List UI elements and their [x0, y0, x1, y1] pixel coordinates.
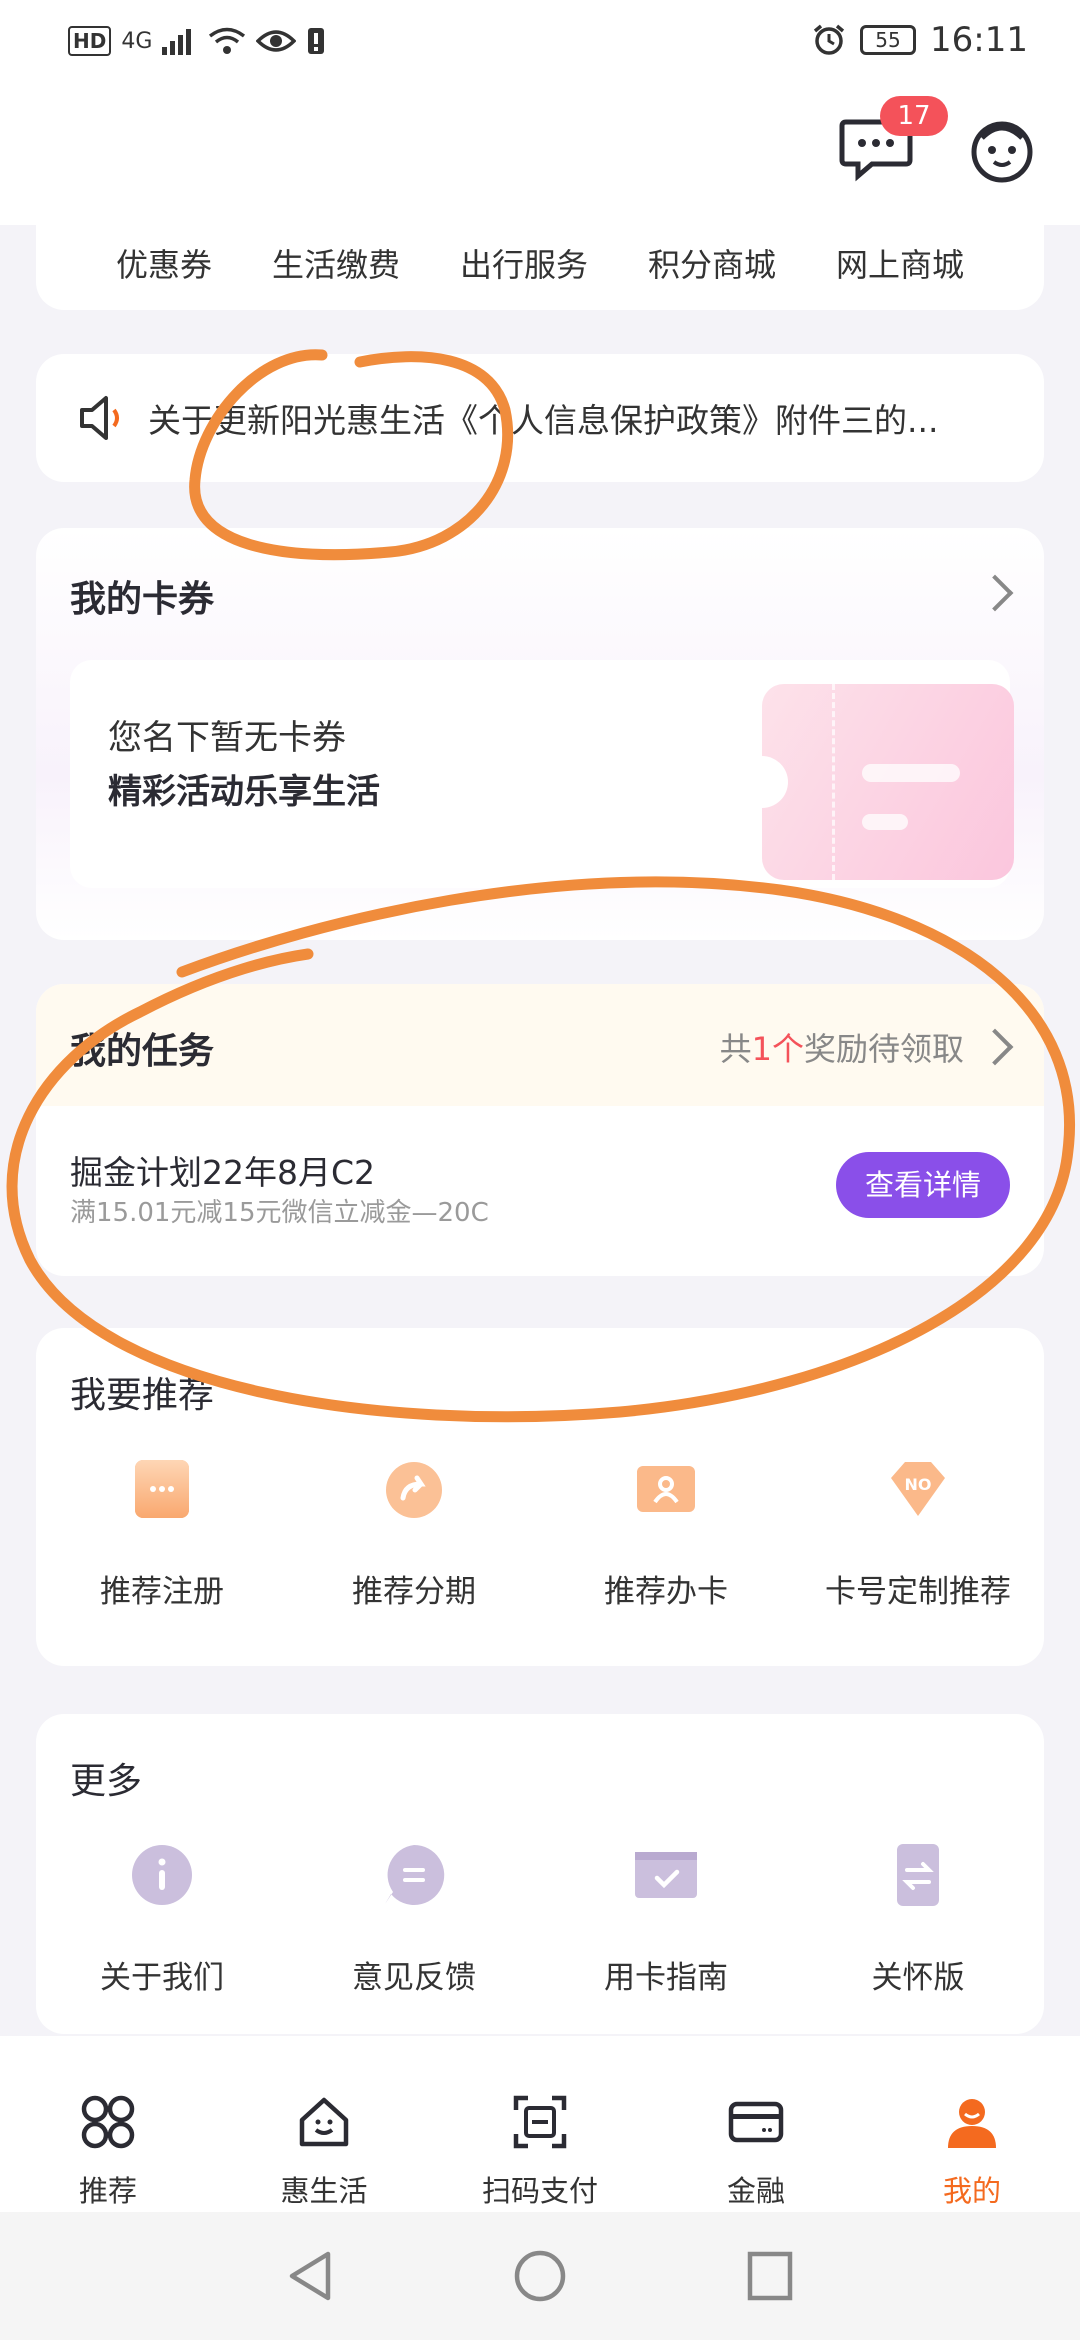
recommend-grid: 推荐注册 推荐分期 推荐办卡 NO 卡号定制推荐	[36, 1456, 1044, 1611]
more-card-guide-label: 用卡指南	[604, 1960, 728, 1996]
status-bar: HD 4G 55 16:11	[0, 0, 1080, 90]
recommend-title: 我要推荐	[70, 1375, 215, 1416]
more-card: 更多 关于我们 意见反馈 用卡指南 关怀版	[36, 1714, 1044, 2034]
recommend-card-number[interactable]: NO 卡号定制推荐	[792, 1456, 1044, 1611]
care-mode-icon	[897, 1844, 939, 1906]
speaker-icon	[80, 396, 119, 440]
apply-card-icon	[637, 1466, 695, 1512]
info-icon	[132, 1845, 192, 1905]
tab-mine[interactable]: 我的	[864, 2036, 1080, 2212]
tab-finance[interactable]: 金融	[648, 2036, 864, 2212]
more-title: 更多	[70, 1761, 143, 1802]
tasks-card: 我的任务 共1个奖励待领取 掘金计划22年8月C2 满15.01元减15元微信立…	[36, 984, 1044, 1276]
recommend-installment-label: 推荐分期	[352, 1574, 476, 1610]
svg-text:NO: NO	[905, 1475, 932, 1494]
scan-icon	[513, 2095, 567, 2149]
customer-service-icon[interactable]	[968, 116, 1036, 184]
system-nav-bar	[0, 2212, 1080, 2340]
battery-indicator: 55	[860, 25, 917, 55]
card-number-icon: NO	[891, 1462, 945, 1516]
person-icon	[948, 2099, 996, 2148]
more-care-mode[interactable]: 关怀版	[792, 1842, 1044, 1997]
tasks-reward-hint[interactable]: 共1个奖励待领取	[720, 1024, 964, 1070]
grid-icon	[81, 2095, 135, 2149]
tab-life-label: 惠生活	[280, 2174, 368, 2208]
more-about-us-label: 关于我们	[100, 1960, 224, 1996]
feedback-icon	[385, 1844, 445, 1905]
coupons-title: 我的卡券	[70, 579, 215, 620]
tab-scan-pay-label: 扫码支付	[481, 2174, 598, 2208]
tab-finance-label: 金融	[726, 2174, 785, 2208]
more-grid: 关于我们 意见反馈 用卡指南 关怀版	[36, 1842, 1044, 1997]
recommend-apply-card[interactable]: 推荐办卡	[540, 1456, 792, 1611]
more-about-us[interactable]: 关于我们	[36, 1842, 288, 1997]
message-badge: 17	[880, 96, 948, 136]
service-points-mall[interactable]: 积分商城	[648, 240, 776, 286]
network-type: 4G	[121, 28, 153, 54]
alert-icon	[308, 28, 325, 54]
service-travel[interactable]: 出行服务	[460, 240, 588, 286]
tasks-title: 我的任务	[70, 1031, 215, 1072]
coupons-card: 我的卡券 您名下暂无卡券 精彩活动乐享生活	[36, 528, 1044, 940]
recommend-register-label: 推荐注册	[100, 1574, 224, 1610]
tasks-header[interactable]: 我的任务 共1个奖励待领取	[36, 984, 1044, 1106]
signal-icon	[162, 29, 192, 55]
coupons-empty-text: 您名下暂无卡券	[108, 718, 346, 758]
house-icon	[299, 2097, 349, 2147]
coupons-promo-text: 精彩活动乐享生活	[108, 772, 380, 812]
hd-indicator: HD	[68, 26, 112, 56]
status-left: HD 4G	[68, 26, 326, 56]
more-card-guide[interactable]: 用卡指南	[540, 1842, 792, 1997]
service-online-mall[interactable]: 网上商城	[836, 240, 964, 286]
task-description: 满15.01元减15元微信立减金—20C	[70, 1198, 489, 1228]
recommend-installment[interactable]: 推荐分期	[288, 1456, 540, 1611]
service-coupon[interactable]: 优惠券	[116, 240, 212, 286]
more-care-mode-label: 关怀版	[871, 1960, 965, 1996]
recommend-card-number-label: 卡号定制推荐	[825, 1574, 1011, 1610]
services-row: 优惠券 生活缴费 出行服务 积分商城 网上商城	[36, 240, 1044, 286]
home-icon[interactable]	[512, 2248, 568, 2304]
back-icon[interactable]	[284, 2248, 336, 2304]
more-feedback[interactable]: 意见反馈	[288, 1842, 540, 1997]
wifi-icon	[209, 27, 246, 54]
register-icon	[135, 1460, 189, 1518]
service-bill-payment[interactable]: 生活缴费	[272, 240, 400, 286]
tab-scan-pay[interactable]: 扫码支付	[432, 2036, 648, 2212]
eye-icon	[256, 30, 297, 52]
recommend-apply-card-label: 推荐办卡	[604, 1574, 728, 1610]
tab-life[interactable]: 惠生活	[216, 2036, 432, 2212]
recents-icon[interactable]	[744, 2248, 796, 2304]
chevron-right-icon[interactable]	[976, 574, 1014, 612]
status-right: 55 16:11	[812, 20, 1028, 60]
tab-recommend[interactable]: 推荐	[0, 2036, 216, 2212]
card-guide-icon	[635, 1852, 697, 1898]
recommend-register[interactable]: 推荐注册	[36, 1456, 288, 1611]
task-name: 掘金计划22年8月C2	[70, 1153, 376, 1192]
notice-text[interactable]: 关于更新阳光惠生活《个人信息保护政策》附件三的...	[148, 394, 1018, 442]
clock-time: 16:11	[930, 20, 1028, 60]
tab-recommend-label: 推荐	[78, 2174, 137, 2208]
alarm-icon	[813, 24, 845, 55]
chevron-right-icon[interactable]	[976, 1028, 1014, 1066]
recommend-card: 我要推荐 推荐注册 推荐分期 推荐办卡 NO 卡号定制推荐	[36, 1328, 1044, 1666]
tab-mine-label: 我的	[942, 2174, 1001, 2208]
notice-bar[interactable]: 关于更新阳光惠生活《个人信息保护政策》附件三的...	[36, 354, 1044, 482]
services-card: 优惠券 生活缴费 出行服务 积分商城 网上商城	[36, 190, 1044, 310]
share-installment-icon	[386, 1462, 442, 1518]
bottom-tab-bar: 推荐 惠生活 扫码支付 金融 我的	[0, 2036, 1080, 2212]
view-detail-button[interactable]: 查看详情	[836, 1152, 1010, 1218]
more-feedback-label: 意见反馈	[352, 1960, 476, 1996]
card-icon	[728, 2101, 784, 2143]
ticket-illustration	[762, 684, 1014, 880]
